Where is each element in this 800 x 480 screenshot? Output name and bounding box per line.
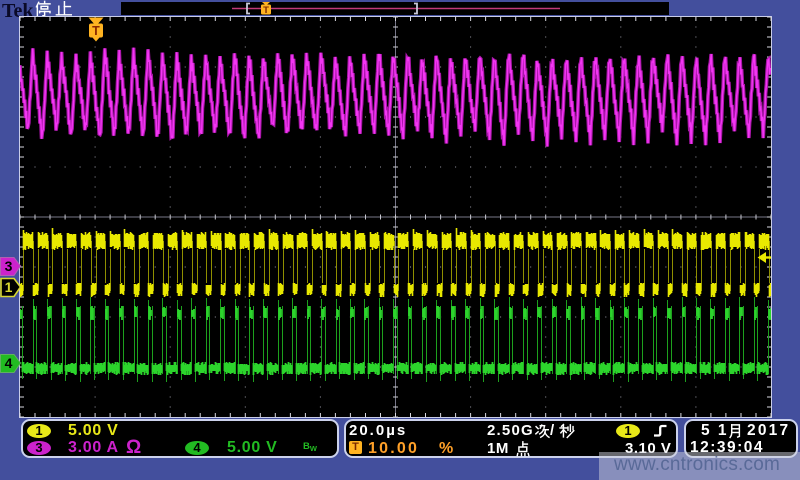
svg-text:1: 1	[5, 279, 13, 295]
svg-text:3: 3	[5, 258, 13, 274]
svg-text:T: T	[92, 24, 100, 38]
svg-text:4: 4	[5, 355, 13, 371]
